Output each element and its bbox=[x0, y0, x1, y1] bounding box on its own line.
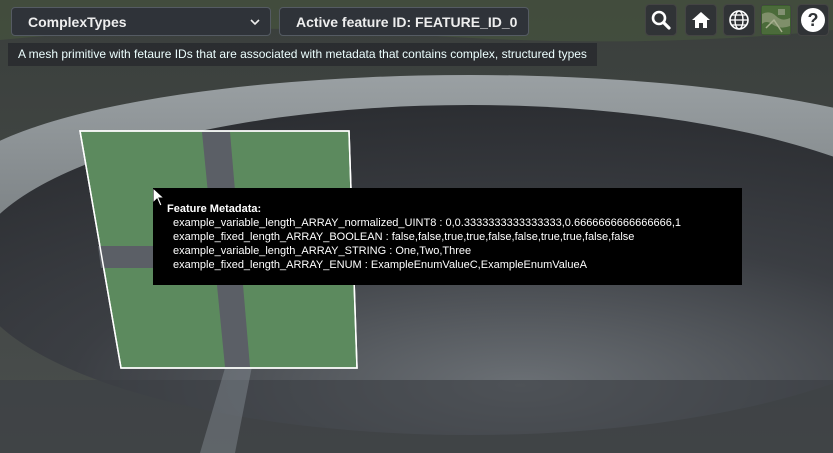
sandcastle-description: A mesh primitive with fetaure IDs that a… bbox=[8, 43, 597, 66]
feature-metadata-tooltip: Feature Metadata: example_variable_lengt… bbox=[153, 188, 742, 285]
tooltip-line: example_fixed_length_ARRAY_BOOLEAN : fal… bbox=[173, 231, 635, 243]
tooltip-title: Feature Metadata: bbox=[167, 203, 262, 215]
svg-text:?: ? bbox=[808, 10, 819, 30]
example-select[interactable]: ComplexTypes bbox=[11, 7, 271, 36]
home-button[interactable] bbox=[685, 4, 717, 36]
feature-id-select[interactable]: Active feature ID: FEATURE_ID_0 bbox=[279, 7, 529, 36]
chevron-down-icon bbox=[250, 18, 260, 25]
help-icon: ? bbox=[801, 8, 825, 32]
mouse-cursor-icon bbox=[153, 188, 165, 207]
mesh-horizontal-stripe bbox=[98, 246, 153, 268]
imagery-thumbnail-icon bbox=[762, 6, 790, 34]
home-icon bbox=[692, 12, 710, 28]
example-select-value: ComplexTypes bbox=[28, 13, 127, 30]
base-layer-picker-button[interactable] bbox=[760, 4, 792, 36]
tooltip-line: example_variable_length_ARRAY_normalized… bbox=[173, 217, 682, 229]
feature-id-select-value: Active feature ID: FEATURE_ID_0 bbox=[296, 13, 518, 30]
scene-mode-button[interactable] bbox=[723, 4, 755, 36]
help-button[interactable]: ? bbox=[797, 4, 829, 36]
search-icon bbox=[651, 10, 671, 30]
tooltip-line: example_variable_length_ARRAY_STRING : O… bbox=[173, 245, 472, 257]
geocoder-search-button[interactable] bbox=[645, 4, 677, 36]
globe-icon bbox=[729, 10, 749, 30]
tooltip-line: example_fixed_length_ARRAY_ENUM : Exampl… bbox=[173, 259, 587, 271]
